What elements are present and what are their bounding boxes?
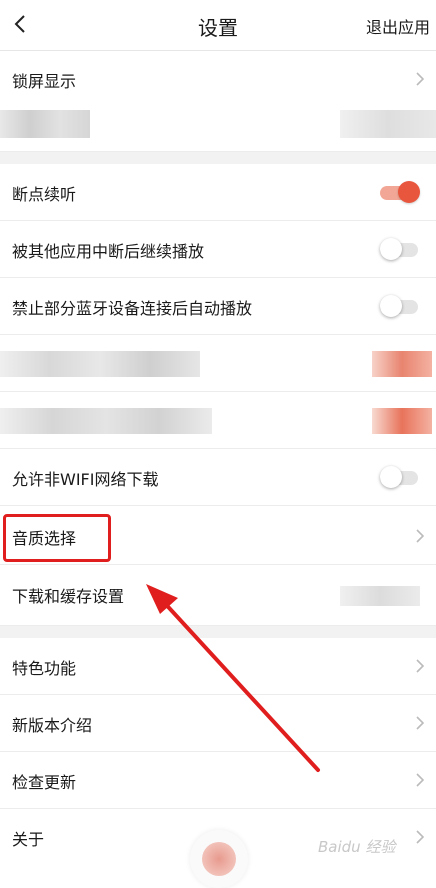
setting-label: 被其他应用中断后继续播放	[12, 242, 205, 261]
section-gap	[0, 152, 436, 164]
setting-label: 特色功能	[12, 659, 77, 678]
setting-continue-after-interrupt[interactable]: 被其他应用中断后继续播放	[0, 221, 436, 278]
setting-allow-non-wifi-download[interactable]: 允许非WIFI网络下载	[0, 449, 436, 506]
blurred-toggle	[372, 351, 432, 377]
nav-bar: 设置 退出应用	[0, 0, 436, 51]
chevron-right-icon	[416, 72, 424, 86]
section-gap	[0, 626, 436, 638]
chevron-right-icon	[416, 830, 424, 844]
floating-player-avatar[interactable]	[190, 830, 248, 888]
setting-label: 禁止部分蓝牙设备连接后自动播放	[12, 299, 253, 318]
chevron-right-icon	[416, 773, 424, 787]
setting-new-version-intro[interactable]: 新版本介绍	[0, 695, 436, 752]
chevron-right-icon	[416, 716, 424, 730]
setting-check-updates[interactable]: 检查更新	[0, 752, 436, 809]
setting-download-cache[interactable]: 下载和缓存设置	[0, 566, 436, 626]
setting-resume-play[interactable]: 断点续听	[0, 164, 436, 221]
blurred-content	[0, 408, 212, 434]
chevron-right-icon	[416, 659, 424, 673]
setting-label: 锁屏显示	[12, 72, 77, 91]
setting-label: 断点续听	[12, 185, 77, 204]
block-bluetooth-autoplay-toggle[interactable]	[380, 295, 422, 317]
exit-app-button[interactable]: 退出应用	[366, 14, 430, 38]
setting-label: 检查更新	[12, 773, 77, 792]
blurred-content	[0, 351, 200, 377]
blurred-content	[340, 110, 436, 138]
setting-label: 新版本介绍	[12, 716, 93, 735]
highlight-annotation-box	[3, 514, 111, 562]
setting-label: 关于	[12, 830, 45, 849]
setting-label: 允许非WIFI网络下载	[12, 470, 159, 489]
setting-block-bluetooth-autoplay[interactable]: 禁止部分蓝牙设备连接后自动播放	[0, 278, 436, 335]
resume-play-toggle[interactable]	[380, 181, 422, 203]
setting-label: 下载和缓存设置	[12, 587, 125, 606]
blurred-setting-row	[0, 335, 436, 392]
continue-after-interrupt-toggle[interactable]	[380, 238, 422, 260]
blurred-setting-row	[0, 392, 436, 449]
blurred-content	[0, 110, 90, 138]
blurred-toggle	[372, 408, 432, 434]
non-wifi-download-toggle[interactable]	[380, 466, 422, 488]
blurred-content	[340, 586, 420, 606]
watermark: Baidu 经验	[318, 838, 396, 856]
setting-featured-functions[interactable]: 特色功能	[0, 638, 436, 695]
blurred-setting-row	[0, 96, 436, 152]
chevron-right-icon	[416, 529, 424, 543]
